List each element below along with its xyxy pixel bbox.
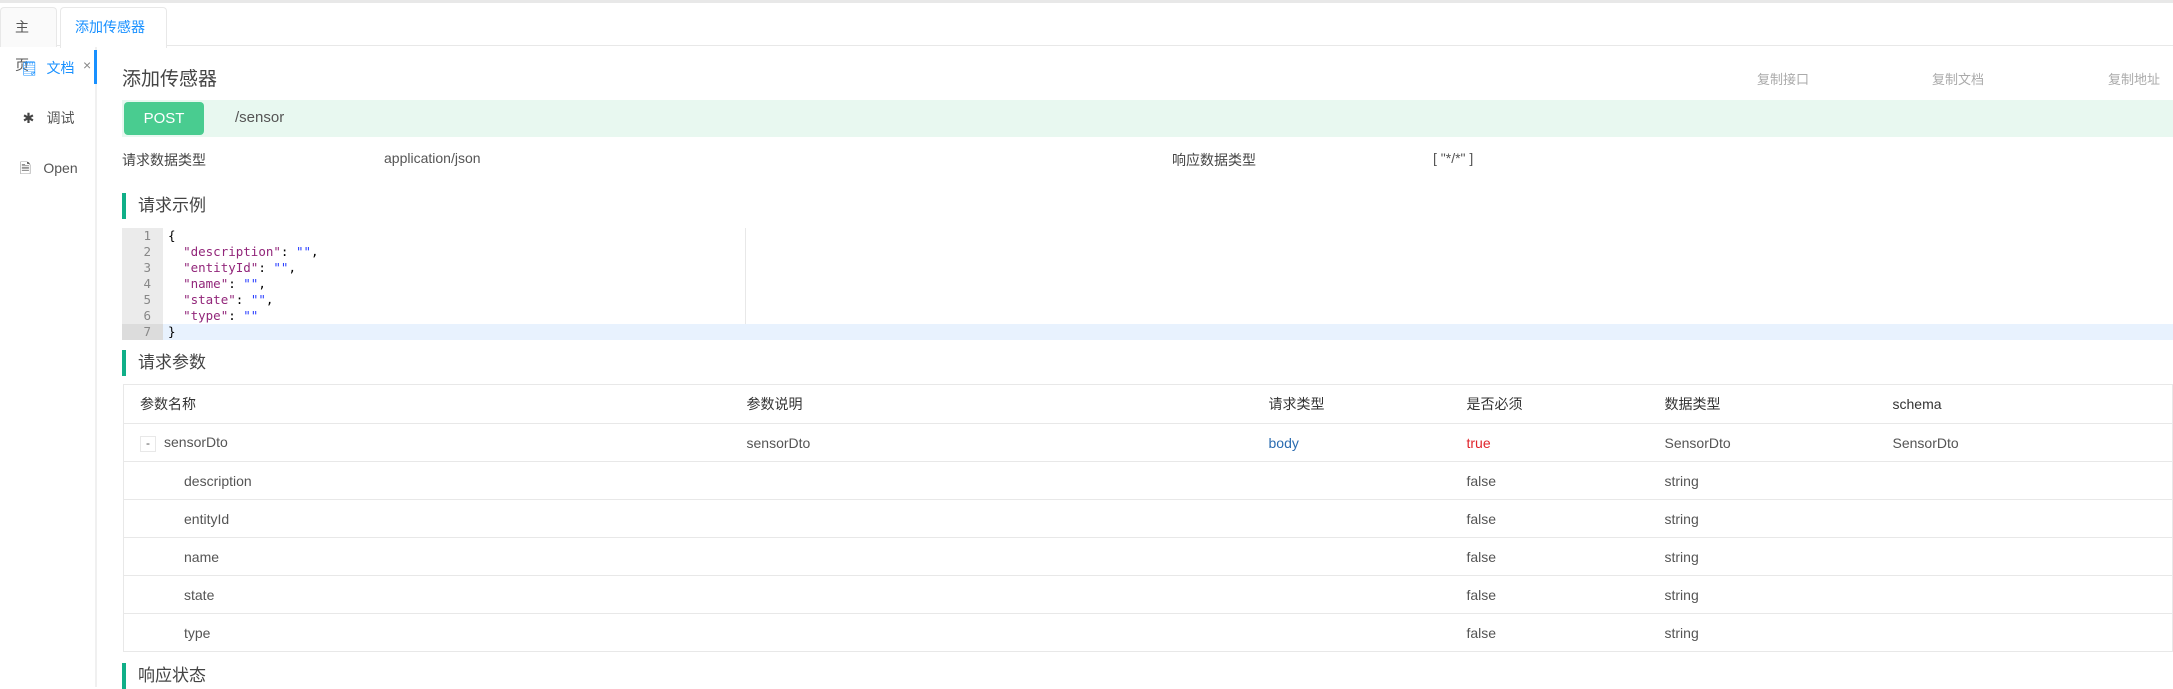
line-number: 4 <box>143 276 151 291</box>
params-table: 参数名称 参数说明 请求类型 是否必须 数据类型 schema - sensorD… <box>123 384 2173 652</box>
param-required: false <box>1466 613 1665 652</box>
line-number: 7 <box>143 324 151 339</box>
param-schema <box>1892 461 2173 500</box>
code-line: } <box>168 324 176 339</box>
param-type: string <box>1664 499 1893 538</box>
param-required: false <box>1466 461 1665 500</box>
col-header: schema <box>1892 384 2173 424</box>
code-line: "state": "", <box>183 292 274 307</box>
copy-interface-link[interactable]: 复制接口 <box>1757 69 1809 88</box>
col-header: 参数名称 <box>123 384 747 424</box>
param-desc <box>746 613 1269 652</box>
param-name: entityId <box>123 499 747 538</box>
file-icon: 🗎 <box>19 160 31 176</box>
line-number: 3 <box>143 260 151 275</box>
table-row: type false string <box>123 613 2173 652</box>
param-in <box>1268 499 1467 538</box>
section-heading-example: 请求示例 <box>122 193 206 219</box>
param-schema: SensorDto <box>1892 423 2173 462</box>
param-desc <box>746 575 1269 614</box>
bug-icon: ✱ <box>22 110 35 126</box>
param-in <box>1268 575 1467 614</box>
code-line: "description": "", <box>183 244 319 259</box>
param-name: name <box>123 537 747 576</box>
section-heading-response: 响应状态 <box>122 663 206 689</box>
param-in <box>1268 537 1467 576</box>
line-number: 1 <box>143 228 151 243</box>
param-required: true <box>1466 423 1665 462</box>
method-badge: POST <box>124 102 204 135</box>
collapse-toggle[interactable]: - <box>140 435 156 452</box>
tab-bar: 主页 添加传感器× <box>0 3 2173 73</box>
endpoint-path: /sensor <box>235 109 285 126</box>
param-type: SensorDto <box>1664 423 1893 462</box>
response-type-value: [ "*/*" ] <box>1433 150 1474 166</box>
param-in: body <box>1268 423 1467 462</box>
sidebar-item-label: Open <box>43 160 78 176</box>
request-type-label: 请求数据类型 <box>122 152 206 168</box>
line-number: 2 <box>143 244 151 259</box>
param-type: string <box>1664 575 1893 614</box>
param-type: string <box>1664 613 1893 652</box>
param-required: false <box>1466 499 1665 538</box>
param-name: sensorDto <box>164 433 228 450</box>
line-number: 5 <box>143 292 151 307</box>
param-name: type <box>123 613 747 652</box>
param-in <box>1268 613 1467 652</box>
param-desc <box>746 461 1269 500</box>
section-heading-params: 请求参数 <box>122 350 206 376</box>
sidebar-item-debug[interactable]: ✱ 调试 <box>0 108 95 128</box>
param-desc <box>746 499 1269 538</box>
tab-add-sensor[interactable]: 添加传感器× <box>60 7 167 73</box>
code-line: "name": "", <box>183 276 266 291</box>
code-line: "type": "" <box>183 308 259 323</box>
param-desc: sensorDto <box>746 423 1269 462</box>
request-type-value: application/json <box>384 150 481 166</box>
print-margin <box>745 228 746 324</box>
param-schema <box>1892 537 2173 576</box>
param-name: description <box>123 461 747 500</box>
response-type-label: 响应数据类型 <box>1172 152 1256 168</box>
sidebar-item-doc[interactable]: 🗒 文档 <box>0 58 95 78</box>
tab-label: 添加传感器 <box>75 19 145 35</box>
endpoint-bar: POST /sensor <box>122 100 2173 137</box>
param-desc <box>746 537 1269 576</box>
table-row: state false string <box>123 575 2173 614</box>
table-row: - sensorDto sensorDto body true SensorDto… <box>123 423 2173 462</box>
sidebar <box>0 47 97 687</box>
param-required: false <box>1466 537 1665 576</box>
table-row: entityId false string <box>123 499 2173 538</box>
param-type: string <box>1664 537 1893 576</box>
col-header: 请求类型 <box>1268 384 1467 424</box>
table-row: name false string <box>123 537 2173 576</box>
param-schema <box>1892 499 2173 538</box>
sidebar-item-open[interactable]: 🗎 Open <box>0 158 95 182</box>
param-type: string <box>1664 461 1893 500</box>
sidebar-item-label: 文档 <box>46 60 75 76</box>
copy-doc-link[interactable]: 复制文档 <box>1932 69 1984 88</box>
table-header-row: 参数名称 参数说明 请求类型 是否必须 数据类型 schema <box>123 384 2173 424</box>
param-name: state <box>123 575 747 614</box>
param-in <box>1268 461 1467 500</box>
code-line: "entityId": "", <box>183 260 296 275</box>
table-row: description false string <box>123 461 2173 500</box>
page-title: 添加传感器 <box>122 69 218 90</box>
param-schema <box>1892 613 2173 652</box>
code-editor[interactable]: 1 {2 "description": "", 3 "entityId": "", 4… <box>122 228 2173 340</box>
col-header: 参数说明 <box>746 384 1269 424</box>
line-number: 6 <box>143 308 151 323</box>
sidebar-item-label: 调试 <box>46 110 75 126</box>
code-line: { <box>168 228 176 243</box>
document-icon: 🗒 <box>20 60 39 76</box>
param-schema <box>1892 575 2173 614</box>
copy-address-link[interactable]: 复制地址 <box>2108 69 2160 88</box>
param-required: false <box>1466 575 1665 614</box>
col-header: 是否必须 <box>1466 384 1665 424</box>
active-line-highlight <box>122 324 2173 340</box>
tab-home[interactable]: 主页 <box>0 7 57 73</box>
col-header: 数据类型 <box>1664 384 1893 424</box>
